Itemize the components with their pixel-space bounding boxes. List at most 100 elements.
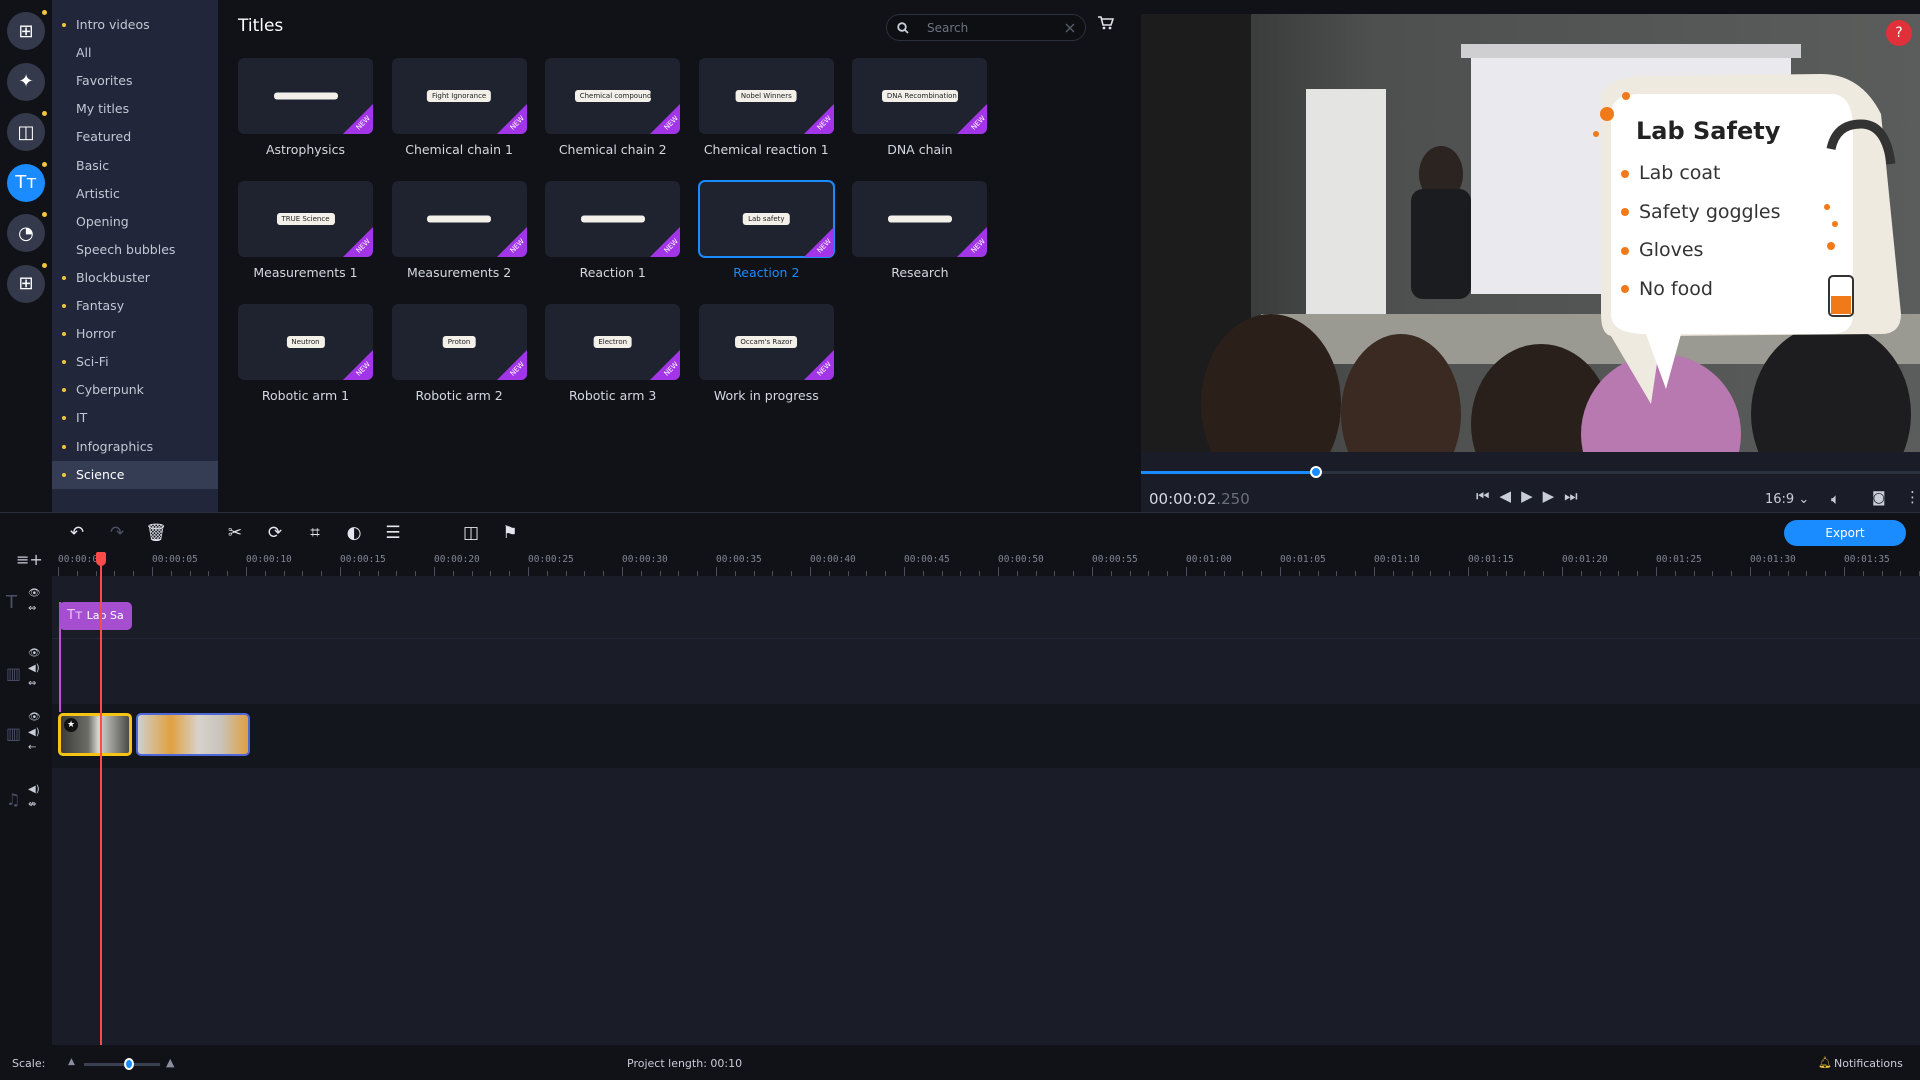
title-card[interactable]: Nobel Winners NEW	[698, 58, 834, 134]
color-adjust-icon[interactable]: ◐	[341, 520, 367, 546]
title-name[interactable]: Measurements 2	[383, 265, 536, 280]
category-infographics[interactable]: Infographics	[52, 433, 218, 461]
title-card[interactable]: Fight Ignorance NEW	[391, 58, 527, 134]
category-speech-bubbles[interactable]: Speech bubbles	[52, 236, 218, 264]
title-card[interactable]: DNA Recombination NEW	[852, 58, 988, 134]
speaker-icon[interactable]: ◀)	[28, 663, 40, 674]
video-clip-selected[interactable]: ★	[58, 713, 132, 756]
step-forward-icon[interactable]: ▶	[1543, 487, 1565, 505]
notifications-link[interactable]: Notifications	[1834, 1057, 1903, 1070]
visibility-eye-icon[interactable]: 👁︎	[28, 588, 41, 599]
arrow-left-icon[interactable]: ←	[28, 742, 36, 753]
step-back-icon[interactable]: ◀	[1500, 487, 1522, 505]
title-card[interactable]: Occam's Razor NEW	[698, 304, 834, 380]
category-artistic[interactable]: Artistic	[52, 180, 218, 208]
scale-slider[interactable]	[84, 1063, 160, 1066]
skip-end-icon[interactable]: ⏭	[1564, 487, 1588, 505]
link-icon[interactable]: ⇔	[28, 603, 36, 614]
seek-thumb[interactable]	[1310, 466, 1323, 478]
snapshot-icon[interactable]: ◙	[1872, 490, 1886, 506]
rotate-icon[interactable]: ⟳	[262, 520, 288, 546]
delete-icon[interactable]: 🗑︎	[143, 520, 169, 546]
add-track-icon[interactable]: ≡+	[16, 550, 43, 569]
title-name[interactable]: DNA chain	[843, 142, 996, 157]
transitions-button[interactable]: ◫	[7, 111, 47, 151]
visibility-eye-icon[interactable]: 👁︎	[28, 648, 41, 659]
clear-search-icon[interactable]	[1065, 23, 1075, 33]
title-name[interactable]: Measurements 1	[229, 265, 382, 280]
category-my-titles[interactable]: My titles	[52, 95, 218, 123]
redo-icon[interactable]: ↷	[104, 520, 130, 546]
title-card[interactable]: Neutron NEW	[238, 304, 373, 380]
play-icon[interactable]: ▶	[1521, 487, 1543, 505]
clip-properties-icon[interactable]: ☰	[380, 520, 406, 546]
search-input[interactable]	[927, 19, 1057, 37]
title-clip[interactable]: Tт Lab Sa	[59, 602, 132, 630]
title-name[interactable]: Chemical chain 1	[383, 142, 536, 157]
video-preview[interactable]: Lab Safety Lab coat Safety goggles Gloves N…	[1141, 14, 1920, 452]
crop-icon[interactable]: ⌗	[302, 520, 328, 546]
category-science[interactable]: Science	[52, 460, 218, 489]
more-options-icon[interactable]: ⋮	[1905, 488, 1920, 506]
zoom-in-icon[interactable]: ▲	[166, 1056, 174, 1069]
volume-icon[interactable]: 🔈︎	[1831, 490, 1840, 508]
unlink-icon[interactable]: ⇎	[28, 799, 36, 810]
scale-slider-thumb[interactable]	[124, 1058, 134, 1070]
video-clip[interactable]	[136, 713, 250, 756]
search-box[interactable]	[886, 14, 1086, 41]
link-icon[interactable]: ⇔	[28, 678, 36, 689]
title-name[interactable]: Robotic arm 3	[536, 388, 689, 403]
category-favorites[interactable]: Favorites	[52, 67, 218, 95]
import-button[interactable]: ⊞	[7, 10, 47, 50]
title-name[interactable]: Reaction 1	[536, 265, 689, 280]
transition-icon[interactable]: ◫	[458, 520, 484, 546]
title-card[interactable]: Proton NEW	[391, 304, 527, 380]
timeline-tracks[interactable]: Tт Lab Sa ★	[52, 576, 1920, 1046]
title-card[interactable]: NEW	[391, 181, 527, 257]
skip-start-icon[interactable]: ⏮	[1476, 487, 1500, 505]
category-all[interactable]: All	[52, 39, 218, 67]
category-it[interactable]: IT	[52, 404, 218, 432]
title-name[interactable]: Reaction 2	[690, 265, 843, 280]
zoom-out-icon[interactable]: ▲	[68, 1057, 75, 1067]
stickers-button[interactable]: ◔	[7, 212, 47, 252]
split-icon[interactable]: ✂	[222, 520, 248, 546]
timeline-ruler[interactable]: 00:00:00 00:00:05 00:00:10 00:00:15 00:00:20…	[52, 550, 1920, 576]
playhead-handle[interactable]	[96, 552, 107, 566]
title-name[interactable]: Chemical reaction 1	[690, 142, 843, 157]
undo-icon[interactable]: ↶	[64, 520, 90, 546]
title-card[interactable]: Chemical compounds NEW	[545, 58, 681, 134]
help-button[interactable]: ?	[1886, 20, 1912, 46]
title-name[interactable]: Research	[843, 265, 996, 280]
aspect-ratio-select[interactable]: 16:9 ⌄	[1765, 492, 1809, 507]
category-intro-videos[interactable]: Intro videos	[52, 11, 218, 39]
category-opening[interactable]: Opening	[52, 208, 218, 236]
category-blockbuster[interactable]: Blockbuster	[52, 264, 218, 292]
speaker-icon[interactable]: ◀)	[28, 727, 40, 738]
title-card[interactable]: TRUE Science NEW	[238, 181, 373, 257]
more-tools-button[interactable]: ⊞	[7, 262, 47, 303]
playhead[interactable]	[96, 552, 107, 1045]
export-button[interactable]: Export	[1784, 520, 1906, 546]
title-name[interactable]: Robotic arm 1	[229, 388, 382, 403]
title-name[interactable]: Work in progress	[690, 388, 843, 403]
category-horror[interactable]: Horror	[52, 320, 218, 348]
store-cart-icon[interactable]	[1098, 16, 1114, 30]
title-name[interactable]: Robotic arm 2	[383, 388, 536, 403]
category-cyberpunk[interactable]: Cyberpunk	[52, 376, 218, 404]
visibility-eye-icon[interactable]: 👁︎	[28, 712, 41, 723]
category-featured[interactable]: Featured	[52, 123, 218, 151]
category-sci-fi[interactable]: Sci-Fi	[52, 348, 218, 376]
category-basic[interactable]: Basic	[52, 152, 218, 180]
marker-flag-icon[interactable]: ⚑	[497, 520, 523, 546]
magic-wand-button[interactable]: ✦	[7, 62, 45, 101]
title-card[interactable]: Lab safety NEW	[697, 180, 835, 258]
title-card[interactable]: Electron NEW	[545, 304, 681, 380]
title-name[interactable]: Chemical chain 2	[536, 142, 689, 157]
title-name[interactable]: Astrophysics	[229, 142, 382, 157]
titles-button[interactable]: Tт	[7, 161, 47, 202]
title-card[interactable]: NEW	[238, 58, 373, 134]
title-card[interactable]: NEW	[545, 181, 681, 257]
title-card[interactable]: NEW	[852, 181, 988, 257]
speaker-icon[interactable]: ◀)	[28, 784, 40, 795]
